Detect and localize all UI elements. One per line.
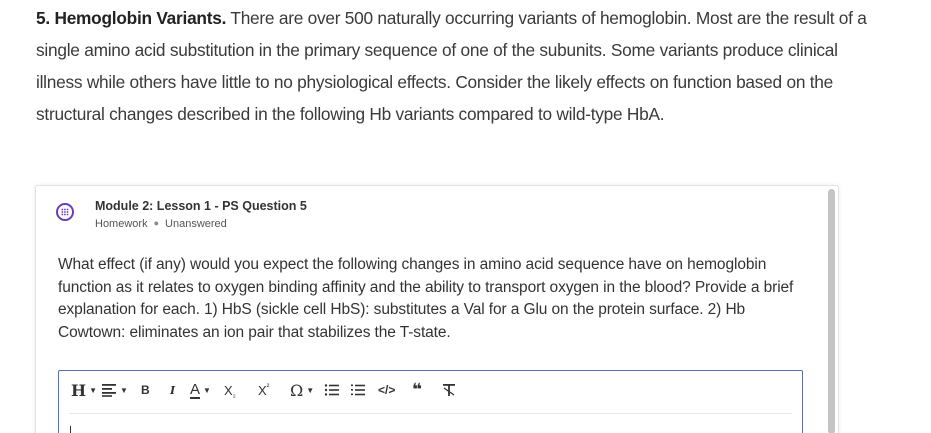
heading-dropdown[interactable]: H ▼ bbox=[71, 380, 97, 400]
align-dropdown[interactable]: ▼ bbox=[101, 380, 128, 400]
scrollbar[interactable] bbox=[828, 189, 835, 433]
problem-intro: 5. Hemoglobin Variants. There are over 5… bbox=[36, 2, 876, 130]
text-cursor bbox=[70, 426, 71, 433]
question-meta: Homework ● Unanswered bbox=[95, 218, 227, 230]
numbered-list-button[interactable] bbox=[350, 380, 366, 400]
subscript-button[interactable]: X₂ bbox=[224, 380, 236, 400]
font-color-label: A bbox=[190, 380, 201, 399]
chevron-down-icon: ▼ bbox=[89, 385, 98, 395]
problem-lead: 5. Hemoglobin Variants. bbox=[36, 8, 227, 28]
quote-button[interactable]: ❝ bbox=[412, 380, 422, 400]
chevron-down-icon: ▼ bbox=[203, 385, 211, 395]
superscript-mark: ² bbox=[266, 381, 270, 391]
question-text: What effect (if any) would you expect th… bbox=[58, 256, 794, 341]
question-card: Module 2: Lesson 1 - PS Question 5 Homew… bbox=[35, 185, 839, 433]
separator-dot: ● bbox=[153, 218, 160, 228]
page: 5. Hemoglobin Variants. There are over 5… bbox=[0, 0, 931, 433]
answer-editor[interactable]: H ▼ ▼ B I A ▼ X ₂ X ² Ω ▼ </> ❝ bbox=[58, 370, 803, 433]
subscript-mark: ₂ bbox=[232, 389, 236, 399]
omega-icon: Ω bbox=[290, 380, 304, 400]
editor-toolbar: H ▼ ▼ B I A ▼ X ₂ X ² Ω ▼ </> ❝ bbox=[59, 371, 802, 409]
bullet-list-icon bbox=[324, 384, 339, 396]
chevron-down-icon: ▼ bbox=[306, 385, 315, 395]
question-title: Module 2: Lesson 1 - PS Question 5 bbox=[95, 199, 307, 213]
question-type: Homework bbox=[95, 218, 148, 230]
special-character-dropdown[interactable]: Ω ▼ bbox=[290, 380, 314, 400]
chevron-down-icon: ▼ bbox=[120, 385, 128, 395]
bullet-list-button[interactable] bbox=[324, 380, 340, 400]
numbered-list-icon bbox=[351, 384, 365, 396]
superscript-button[interactable]: X² bbox=[258, 380, 269, 400]
superscript-label: X bbox=[258, 382, 267, 398]
clear-format-button[interactable] bbox=[442, 380, 456, 400]
question-status: Unanswered bbox=[165, 218, 227, 230]
editor-divider bbox=[69, 413, 792, 414]
align-left-icon bbox=[102, 384, 116, 397]
clear-format-icon bbox=[443, 384, 455, 396]
heading-label: H bbox=[71, 380, 87, 400]
chat-bubble-icon bbox=[56, 203, 74, 221]
font-color-dropdown[interactable]: A ▼ bbox=[190, 380, 211, 400]
code-button[interactable]: </> bbox=[378, 380, 395, 400]
italic-button[interactable]: I bbox=[170, 380, 175, 400]
editor-content[interactable] bbox=[70, 421, 791, 433]
subscript-label: X bbox=[224, 382, 233, 398]
bold-button[interactable]: B bbox=[141, 380, 150, 400]
